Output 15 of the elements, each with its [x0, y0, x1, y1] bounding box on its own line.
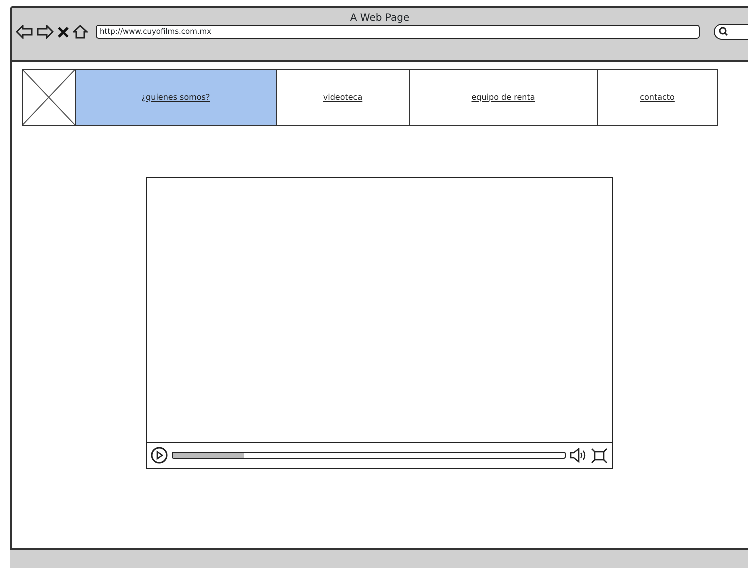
nav-tab[interactable]: contacto: [598, 69, 718, 126]
image-placeholder-icon: [22, 69, 76, 126]
search-icon: [719, 27, 728, 36]
close-icon[interactable]: [58, 26, 69, 38]
nav-tab[interactable]: videoteca: [277, 69, 410, 126]
window-title: A Web Page: [349, 12, 411, 24]
nav-tab[interactable]: ¿quienes somos?: [76, 69, 277, 126]
nav-tab[interactable]: equipo de renta: [410, 69, 598, 126]
volume-icon[interactable]: [570, 448, 587, 463]
play-icon[interactable]: [151, 447, 168, 464]
forward-icon[interactable]: [37, 25, 54, 39]
progress-track[interactable]: [172, 452, 566, 459]
home-icon[interactable]: [73, 25, 88, 39]
fullscreen-icon[interactable]: [591, 448, 608, 464]
back-icon[interactable]: [16, 25, 33, 39]
